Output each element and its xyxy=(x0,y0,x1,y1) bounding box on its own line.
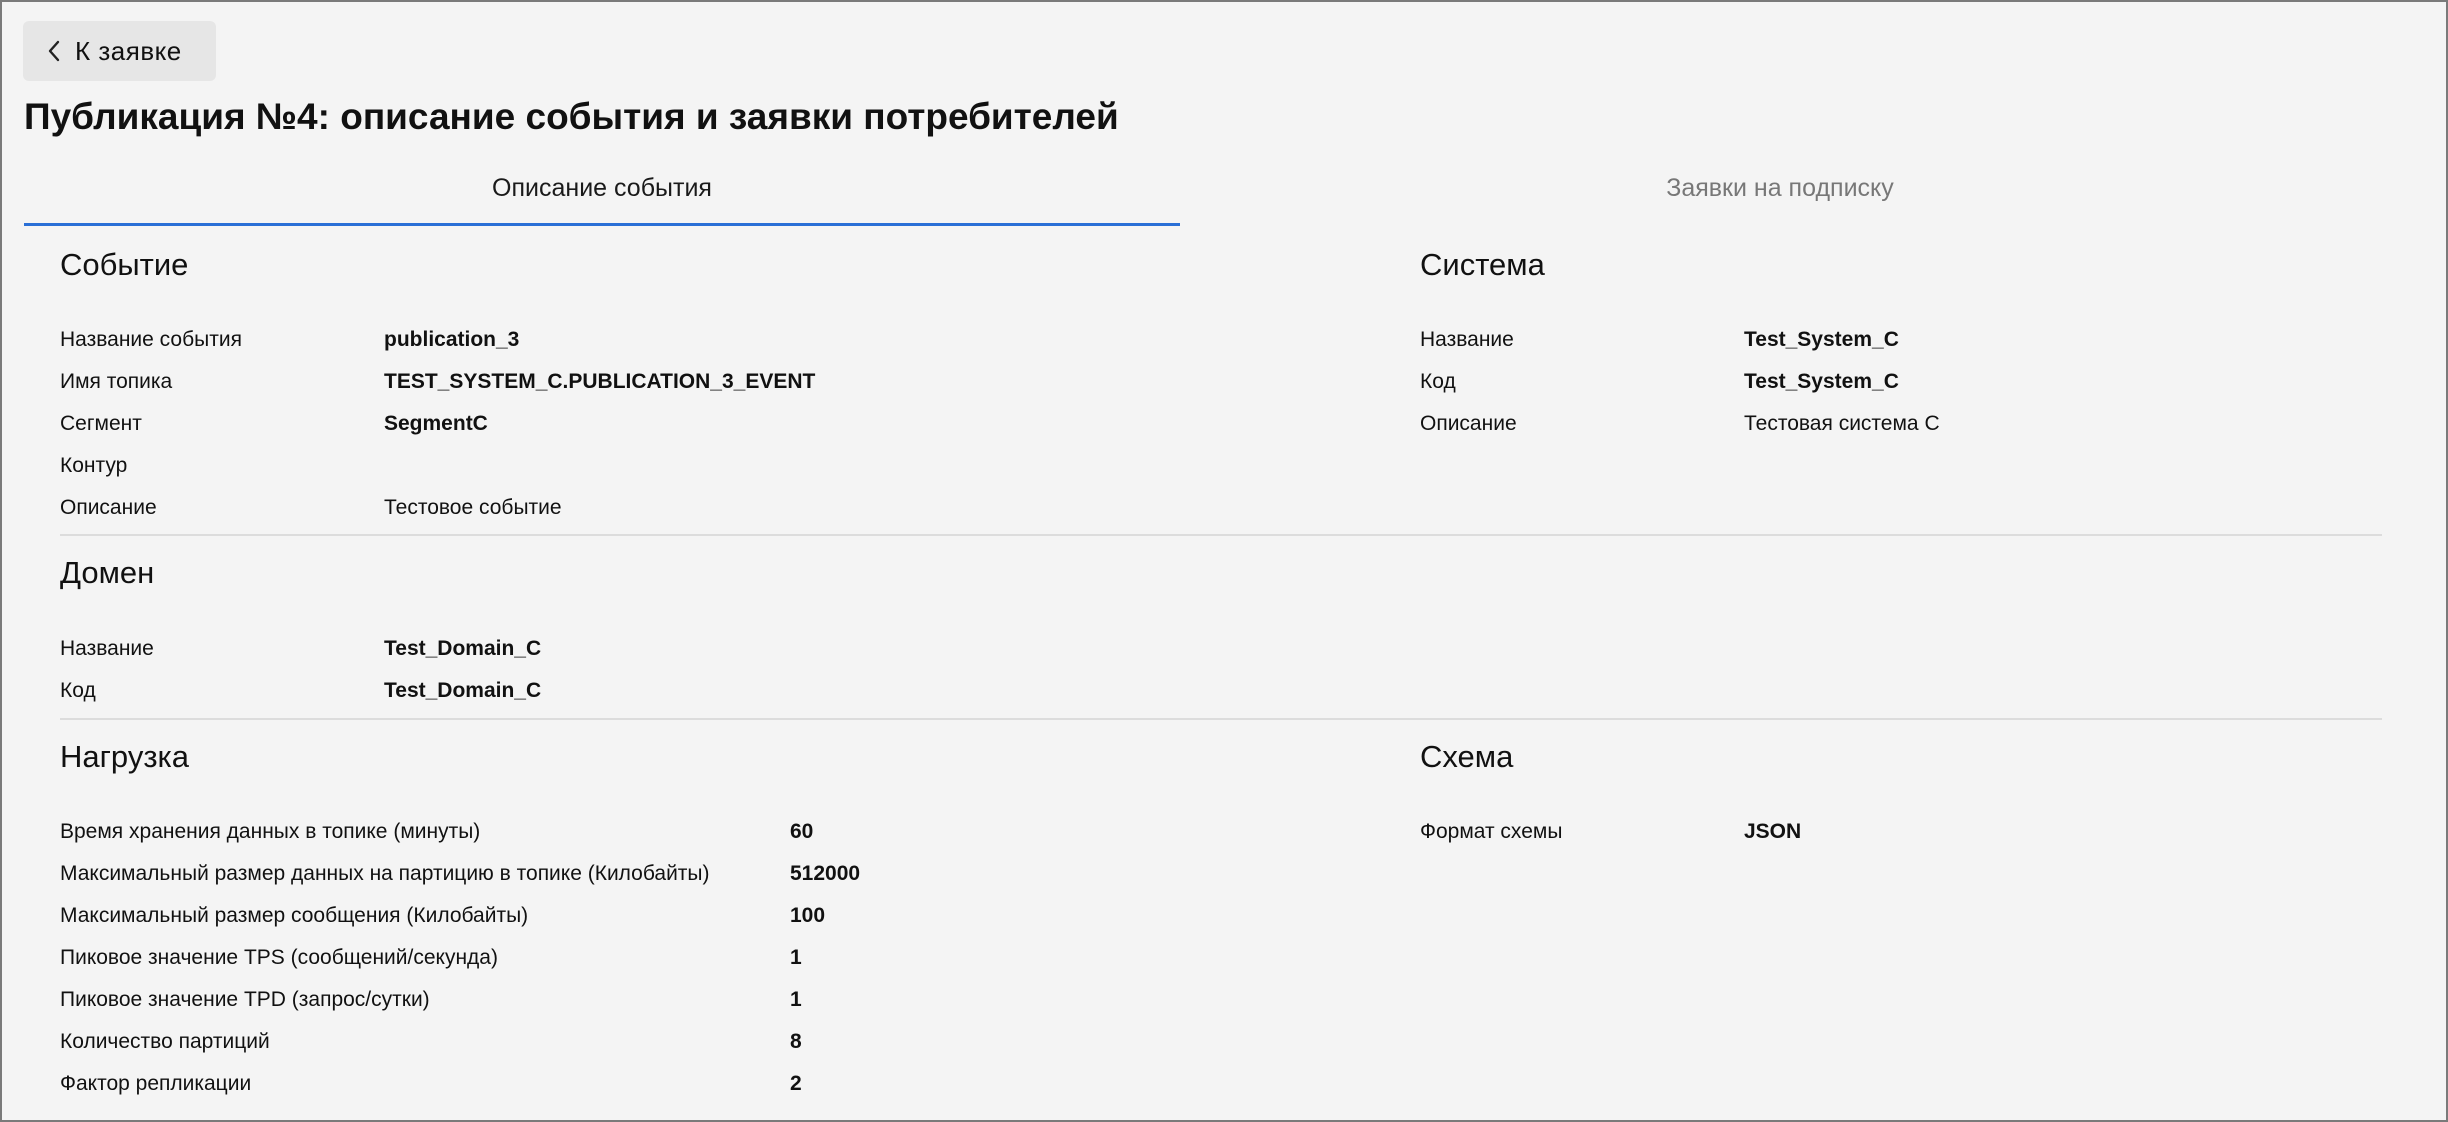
divider xyxy=(60,534,2382,536)
system-name-label: Название xyxy=(1420,328,1514,351)
segment-value: SegmentC xyxy=(384,412,488,435)
system-section-title: Система xyxy=(1420,247,1545,282)
topic-name-label: Имя топика xyxy=(60,370,173,393)
page-frame: К заявке Публикация №4: описание события… xyxy=(0,0,2448,1122)
tab-subscription-requests[interactable]: Заявки на подписку xyxy=(1180,162,2380,226)
max-message-size-value: 100 xyxy=(790,904,826,927)
schema-section-title: Схема xyxy=(1420,739,1514,774)
retention-label: Время хранения данных в топике (минуты) xyxy=(60,820,481,843)
page-title: Публикация №4: описание события и заявки… xyxy=(24,96,1119,137)
tab-event-description[interactable]: Описание события xyxy=(24,162,1180,226)
partition-count-label: Количество партиций xyxy=(60,1030,270,1053)
tab-label: Описание события xyxy=(492,174,712,202)
event-name-label: Название события xyxy=(60,328,242,351)
max-partition-size-value: 512000 xyxy=(790,862,861,885)
event-description-label: Описание xyxy=(60,496,157,519)
domain-name-label: Название xyxy=(60,637,154,660)
domain-name-value: Test_Domain_C xyxy=(384,637,542,660)
max-message-size-label: Максимальный размер сообщения (Килобайты… xyxy=(60,904,529,927)
system-name-value: Test_System_C xyxy=(1744,328,1899,351)
tab-label: Заявки на подписку xyxy=(1666,174,1894,202)
peak-tpd-label: Пиковое значение TPD (запрос/сутки) xyxy=(60,988,430,1011)
domain-code-value: Test_Domain_C xyxy=(384,679,542,702)
schema-format-value: JSON xyxy=(1744,820,1802,843)
max-partition-size-label: Максимальный размер данных на партицию в… xyxy=(60,862,710,885)
divider xyxy=(60,718,2382,720)
domain-section-title: Домен xyxy=(60,555,155,590)
back-button-label: К заявке xyxy=(75,35,182,66)
peak-tpd-value: 1 xyxy=(790,988,802,1011)
tab-bar: Описание события Заявки на подписку xyxy=(24,162,2380,226)
domain-code-label: Код xyxy=(60,679,96,702)
system-description-label: Описание xyxy=(1420,412,1517,435)
system-code-label: Код xyxy=(1420,370,1456,393)
topic-name-value: TEST_SYSTEM_C.PUBLICATION_3_EVENT xyxy=(384,370,816,393)
back-to-request-button[interactable]: К заявке xyxy=(23,21,216,81)
schema-format-label: Формат схемы xyxy=(1420,820,1563,843)
chevron-left-icon xyxy=(48,40,60,62)
peak-tps-label: Пиковое значение TPS (сообщений/секунда) xyxy=(60,946,498,969)
system-code-value: Test_System_C xyxy=(1744,370,1899,393)
load-section-title: Нагрузка xyxy=(60,739,190,774)
partition-count-value: 8 xyxy=(790,1030,802,1053)
system-description-value: Тестовая система C xyxy=(1744,412,1940,435)
event-name-value: publication_3 xyxy=(384,328,520,351)
segment-label: Сегмент xyxy=(60,412,142,435)
contour-label: Контур xyxy=(60,454,128,477)
replication-factor-value: 2 xyxy=(790,1072,802,1095)
event-description-value: Тестовое событие xyxy=(384,496,562,519)
replication-factor-label: Фактор репликации xyxy=(60,1072,252,1095)
peak-tps-value: 1 xyxy=(790,946,802,969)
retention-value: 60 xyxy=(790,820,814,843)
event-section-title: Событие xyxy=(60,247,189,282)
